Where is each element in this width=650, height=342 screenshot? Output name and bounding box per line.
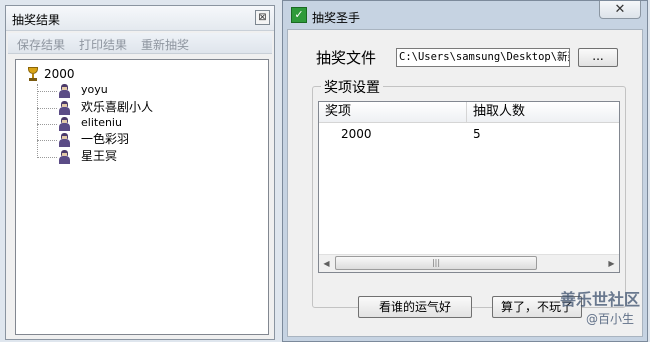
user-icon: [58, 84, 71, 98]
results-window: 抽奖结果 ⊠ 保存结果 打印结果 重新抽奖 2000 yoyu 欢乐喜剧小人 e…: [5, 5, 275, 340]
column-prize[interactable]: 奖项: [319, 102, 467, 122]
prize-list[interactable]: 奖项 抽取人数 2000 5 ◀ ||| ▶: [318, 101, 620, 273]
scroll-thumb[interactable]: |||: [335, 256, 537, 270]
results-titlebar: 抽奖结果 ⊠: [6, 6, 274, 31]
tree-connector: [37, 84, 38, 158]
table-row[interactable]: 2000 5: [319, 126, 619, 142]
prize-list-header: 奖项 抽取人数: [319, 102, 619, 123]
horizontal-scrollbar[interactable]: ◀ ||| ▶: [319, 254, 619, 272]
column-count[interactable]: 抽取人数: [467, 102, 621, 122]
results-tree[interactable]: 2000 yoyu 欢乐喜剧小人 eliteniu 一色彩羽 星王冥: [15, 59, 269, 335]
lottery-window-title: 抽奖圣手: [312, 11, 361, 25]
trophy-icon: [26, 67, 40, 81]
redraw-menu[interactable]: 重新抽奖: [141, 36, 189, 53]
save-results-menu[interactable]: 保存结果: [17, 36, 65, 53]
close-icon[interactable]: ⊠: [255, 10, 270, 25]
prize-settings-group: 奖项设置 奖项 抽取人数 2000 5 ◀ ||| ▶: [312, 77, 626, 308]
results-window-title: 抽奖结果: [12, 13, 61, 27]
user-icon: [58, 117, 71, 131]
file-label: 抽奖文件: [316, 49, 377, 67]
browse-button[interactable]: ...: [578, 48, 618, 67]
draw-button[interactable]: 看谁的运气好: [358, 296, 472, 318]
user-icon: [58, 133, 71, 147]
close-icon[interactable]: ✕: [599, 1, 641, 19]
tree-winner-2[interactable]: 欢乐喜剧小人: [81, 99, 153, 115]
tree-winner-4[interactable]: 一色彩羽: [81, 131, 129, 147]
watermark-author: @百小生: [586, 312, 635, 326]
results-menubar: 保存结果 打印结果 重新抽奖: [8, 33, 272, 54]
tree-winner-3[interactable]: eliteniu: [81, 115, 122, 131]
print-results-menu[interactable]: 打印结果: [79, 36, 127, 53]
prize-cell: 2000: [341, 127, 372, 141]
user-icon: [58, 150, 71, 164]
user-icon: [58, 101, 71, 115]
file-path-input[interactable]: C:\Users\samsung\Desktop\新建: [396, 48, 570, 67]
tree-winner-1[interactable]: yoyu: [81, 82, 108, 98]
prize-settings-title: 奖项设置: [321, 77, 383, 97]
scroll-left-icon[interactable]: ◀: [319, 256, 334, 271]
tree-winner-5[interactable]: 星王冥: [81, 148, 117, 164]
watermark-text: 善乐世社区: [560, 290, 641, 309]
app-icon: ✓: [291, 7, 307, 23]
tree-root-prize[interactable]: 2000: [44, 66, 75, 82]
count-cell: 5: [473, 127, 481, 141]
scroll-right-icon[interactable]: ▶: [604, 256, 619, 271]
